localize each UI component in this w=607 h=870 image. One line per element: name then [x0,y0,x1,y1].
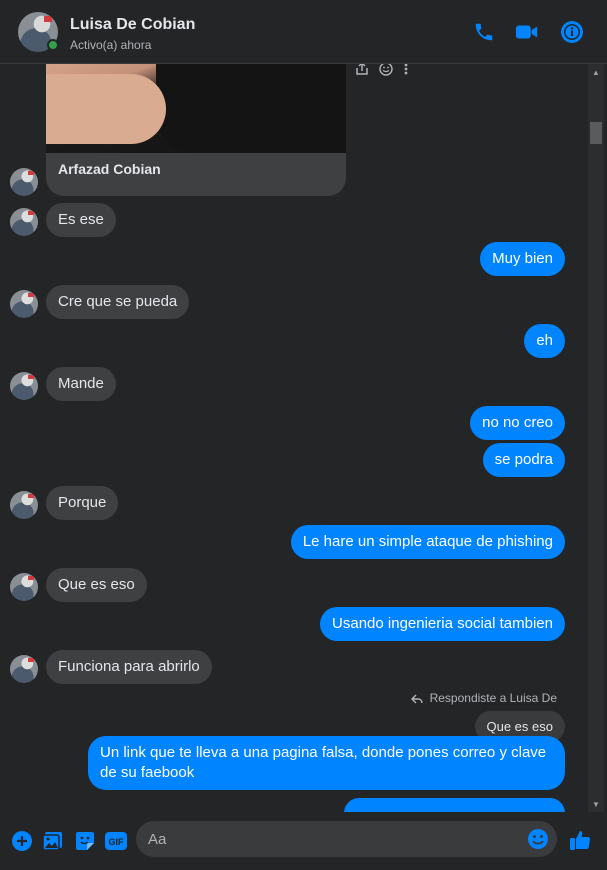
message-bubble[interactable]: Funciona para abrirlo [46,650,212,684]
reply-note-text: Respondiste a Luisa De [429,691,557,705]
message-list[interactable]: Arfazad Cobian Es ese Muy bien Cre que s… [0,64,588,812]
contact-status: Activo(a) ahora [70,38,152,52]
online-indicator [47,39,59,51]
avatar [10,208,38,236]
message-bubble[interactable]: no no creo [470,406,565,440]
scroll-thumb[interactable] [590,122,602,144]
reply-indicator: Respondiste a Luisa De [411,691,557,705]
image-icon[interactable] [42,830,64,852]
message-bubble[interactable]: eh [524,324,565,358]
contact-name[interactable]: Luisa De Cobian [70,16,195,34]
message-bubble[interactable]: Muy bien [480,242,565,276]
scrollbar[interactable] [588,64,604,812]
smile-icon[interactable] [379,64,393,79]
message-input[interactable] [136,821,516,857]
sticker-icon[interactable] [74,830,96,852]
info-icon[interactable] [560,20,584,44]
shared-post-title: Arfazad Cobian [58,161,161,177]
avatar [10,290,38,318]
message-bubble-partial[interactable] [344,798,565,812]
avatar [10,655,38,683]
message-bubble[interactable]: Un link que te lleva a una pagina falsa,… [88,736,565,790]
message-bubble[interactable]: Mande [46,367,116,401]
message-bubble[interactable]: Cre que se pueda [46,285,190,319]
composer: GIF [0,812,607,870]
shared-post-card[interactable]: Arfazad Cobian [46,64,346,196]
message-bubble[interactable]: Le hare un simple ataque de phishing [290,525,565,559]
contact-avatar[interactable] [18,12,59,52]
message-bubble[interactable]: Es ese [46,203,116,237]
plus-icon[interactable] [11,830,33,852]
chat-header: Luisa De Cobian Activo(a) ahora [0,0,607,64]
avatar [10,491,38,519]
message-bubble[interactable]: Usando ingenieria social tambien [320,607,565,641]
svg-text:GIF: GIF [109,837,125,847]
avatar [10,372,38,400]
avatar [10,168,38,196]
message-input-box[interactable] [136,821,557,857]
more-icon[interactable] [403,64,409,79]
like-icon[interactable] [568,828,592,852]
message-bubble[interactable]: Porque [46,486,119,520]
share-icon[interactable] [355,64,369,79]
gif-icon[interactable]: GIF [104,830,128,852]
shared-post-image [46,64,346,153]
scroll-up-icon[interactable]: ▲ [591,68,601,77]
message-actions [355,64,409,79]
scroll-down-icon[interactable]: ▼ [591,800,601,809]
message-bubble[interactable]: Que es eso [46,568,147,602]
phone-icon[interactable] [472,20,496,44]
message-bubble[interactable]: se podra [482,443,565,477]
avatar [10,573,38,601]
emoji-icon[interactable] [527,828,549,850]
video-icon[interactable] [515,20,539,44]
